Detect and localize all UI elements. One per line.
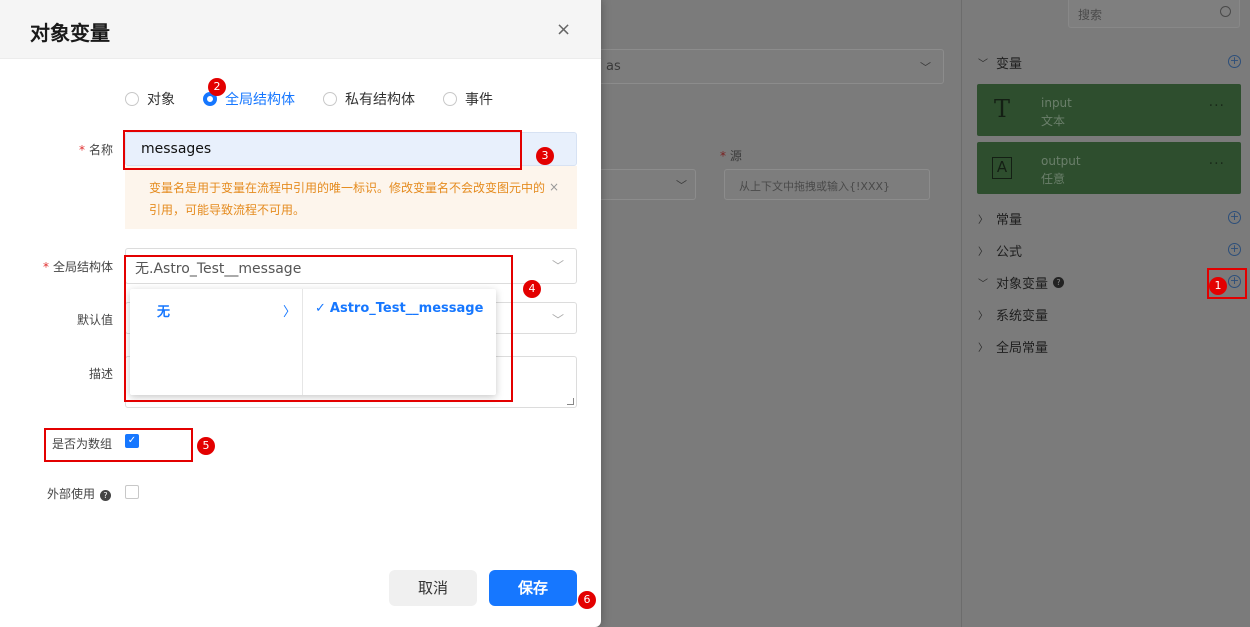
help-icon[interactable]: ? [100, 490, 112, 501]
section-label: 常量 [996, 212, 1023, 228]
bg-select-field[interactable]: as ﹀ [590, 49, 944, 84]
external-use-checkbox[interactable] [125, 485, 139, 499]
bg-source-placeholder: 从上下文中拖拽或输入{!XXX} [739, 180, 891, 193]
annotation-badge: 5 [197, 437, 215, 455]
annotation-box [123, 130, 522, 170]
variable-name: output [1041, 154, 1081, 168]
radio-label: 私有结构体 [345, 92, 415, 108]
section-system-variables[interactable]: 〉 系统变量 [978, 304, 1048, 324]
variable-type: 任意 [1041, 172, 1066, 186]
section-formulas[interactable]: 〉 公式 [978, 240, 1022, 260]
radio-circle-icon [323, 92, 337, 106]
warning-text: 变量名是用于变量在流程中引用的唯一标识。修改变量名不会改变图元中的引用，可能导致… [149, 181, 546, 217]
section-variables[interactable]: ﹀ 变量 [978, 52, 1022, 72]
description-label: 描述 [88, 367, 113, 381]
bg-select-text: as [606, 59, 621, 74]
any-type-icon: A [992, 157, 1012, 179]
annotation-badge: 3 [536, 147, 554, 165]
section-label: 公式 [996, 244, 1023, 260]
radio-label: 事件 [465, 92, 493, 108]
chevron-down-icon: ﹀ [551, 313, 564, 327]
more-icon[interactable]: ··· [1209, 156, 1225, 172]
save-button[interactable]: 保存 [489, 570, 577, 606]
radio-label: 全局结构体 [225, 92, 295, 108]
variable-name: input [1041, 96, 1072, 110]
chevron-right-icon: 〉 [978, 310, 988, 322]
chevron-down-icon: ﹀ [978, 58, 988, 70]
section-label: 变量 [996, 56, 1023, 72]
radio-label: 对象 [147, 92, 175, 108]
add-variable-icon[interactable]: + [1228, 55, 1241, 68]
radio-private-struct[interactable]: 私有结构体 [323, 89, 415, 109]
chevron-down-icon: ﹀ [920, 61, 931, 74]
help-icon[interactable]: ? [1053, 276, 1065, 288]
variable-card-input[interactable]: T input 文本 ··· [977, 84, 1241, 136]
section-global-constants[interactable]: 〉 全局常量 [978, 336, 1048, 356]
chevron-right-icon: 〉 [978, 342, 988, 354]
add-formula-icon[interactable]: + [1228, 243, 1241, 256]
section-label: 系统变量 [996, 308, 1049, 324]
search-input[interactable]: 搜索 [1068, 0, 1240, 28]
name-label: * 名称 [78, 143, 113, 157]
bg-left-select[interactable]: ﹀ [590, 169, 696, 200]
search-placeholder: 搜索 [1078, 8, 1103, 22]
cancel-button[interactable]: 取消 [389, 570, 477, 606]
bg-source-label: * 源 [720, 149, 742, 163]
chevron-right-icon: 〉 [978, 246, 988, 258]
annotation-badge: 6 [578, 591, 596, 609]
close-icon[interactable]: × [549, 176, 559, 198]
section-label: 对象变量 [996, 276, 1049, 292]
global-struct-label: * 全局结构体 [42, 260, 113, 274]
annotation-badge: 2 [208, 78, 226, 96]
more-icon[interactable]: ··· [1209, 98, 1225, 114]
resize-handle-icon[interactable] [567, 398, 574, 405]
annotation-badge: 1 [1209, 277, 1227, 295]
chevron-down-icon: ﹀ [676, 179, 687, 192]
annotation-box [44, 428, 193, 462]
annotation-badge: 4 [523, 280, 541, 298]
radio-object[interactable]: 对象 [125, 89, 175, 109]
chevron-right-icon: 〉 [978, 214, 988, 226]
dialog-title: 对象变量 [30, 21, 110, 45]
dialog-header: 对象变量 × [0, 0, 601, 59]
variable-type: 文本 [1041, 114, 1066, 128]
section-constants[interactable]: 〉 常量 [978, 208, 1022, 228]
radio-circle-icon [125, 92, 139, 106]
chevron-down-icon: ﹀ [978, 278, 988, 290]
variable-type-radio-group: 对象 全局结构体 私有结构体 事件 [125, 89, 521, 109]
name-warning: 变量名是用于变量在流程中引用的唯一标识。修改变量名不会改变图元中的引用，可能导致… [125, 166, 577, 229]
default-value-label: 默认值 [76, 313, 113, 327]
variable-card-output[interactable]: A output 任意 ··· [977, 142, 1241, 194]
close-icon[interactable]: × [556, 19, 571, 40]
text-type-icon: T [993, 95, 1010, 123]
external-use-label: 外部使用? [47, 485, 112, 502]
bg-source-input[interactable]: 从上下文中拖拽或输入{!XXX} [724, 169, 930, 200]
section-label: 全局常量 [996, 340, 1049, 356]
radio-event[interactable]: 事件 [443, 89, 493, 109]
add-constant-icon[interactable]: + [1228, 211, 1241, 224]
chevron-down-icon: ﹀ [551, 259, 564, 273]
annotation-box [124, 255, 513, 402]
search-icon[interactable] [1220, 6, 1231, 17]
section-object-variables[interactable]: ﹀ 对象变量 ? [978, 272, 1065, 292]
radio-circle-icon [443, 92, 457, 106]
